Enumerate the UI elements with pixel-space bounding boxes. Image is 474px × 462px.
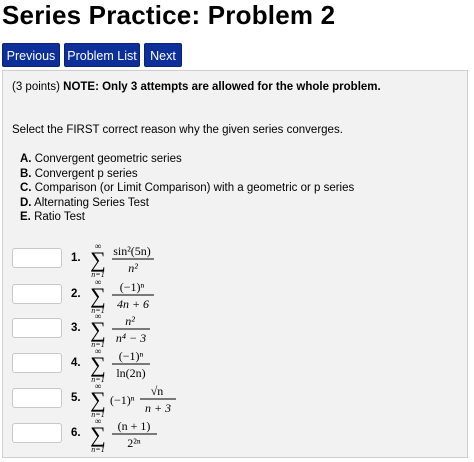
sum-lower-limit: n=1 — [91, 445, 104, 454]
answer-input-3[interactable] — [12, 318, 62, 338]
option-b: B. Convergent p series — [20, 167, 138, 180]
numerator: (n + 1) — [118, 419, 151, 433]
numerator: sin²(5n) — [113, 244, 151, 258]
summation-symbol: ∑ — [90, 283, 106, 308]
question-prompt: Select the FIRST correct reason why the … — [12, 124, 343, 136]
problem-list-button[interactable]: Problem List — [64, 43, 140, 67]
numerator: (−1)ⁿ — [119, 349, 144, 363]
answer-input-2[interactable] — [12, 284, 62, 304]
series-formula-1: ∞ ∑ n=1 sin²(5n) n² — [82, 240, 202, 280]
numerator: √n — [151, 384, 164, 398]
problem-panel: (3 points) NOTE: Only 3 attempts are all… — [2, 70, 468, 458]
numerator: n² — [125, 314, 135, 328]
attempts-note: NOTE: Only 3 attempts are allowed for th… — [63, 81, 381, 93]
item-number-3: 3. — [71, 322, 81, 334]
numerator: (−1)ⁿ — [120, 280, 145, 294]
answer-input-1[interactable] — [12, 248, 62, 268]
previous-button[interactable]: Previous — [2, 43, 60, 67]
series-formula-3: ∞ ∑ n=1 n² n⁴ − 3 — [82, 310, 202, 350]
summation-symbol: ∑ — [90, 422, 106, 447]
denominator: ln(2n) — [116, 366, 145, 380]
problem-header: (3 points) NOTE: Only 3 attempts are all… — [12, 81, 381, 93]
item-number-5: 5. — [71, 392, 81, 404]
item-number-2: 2. — [71, 288, 81, 300]
next-button[interactable]: Next — [144, 43, 182, 67]
answer-input-5[interactable] — [12, 388, 62, 408]
denominator: 4n + 6 — [117, 297, 149, 311]
summation-symbol: ∑ — [90, 317, 106, 342]
item-number-6: 6. — [71, 427, 81, 439]
item-number-4: 4. — [71, 357, 81, 369]
series-formula-5: ∞ ∑ n=1 (−1)ⁿ √n n + 3 — [82, 380, 202, 420]
summation-symbol: ∑ — [90, 387, 106, 412]
item-number-1: 1. — [71, 252, 81, 264]
series-formula-6: ∞ ∑ n=1 (n + 1) 2²ⁿ — [82, 415, 202, 455]
series-formula-4: ∞ ∑ n=1 (−1)ⁿ ln(2n) — [82, 345, 202, 385]
option-e: E. Ratio Test — [20, 211, 86, 223]
denominator: n⁴ − 3 — [116, 331, 146, 345]
page-title: Series Practice: Problem 2 — [2, 0, 336, 30]
denominator: n + 3 — [145, 401, 171, 415]
reason-options-list: A. Convergent geometric series B. Conver… — [20, 152, 354, 225]
answer-input-4[interactable] — [12, 353, 62, 373]
sign-factor: (−1)ⁿ — [110, 393, 135, 407]
answer-input-6[interactable] — [12, 423, 62, 443]
points-label: (3 points) — [12, 81, 60, 93]
option-c: C. Comparison (or Limit Comparison) with… — [20, 182, 355, 194]
summation-symbol: ∑ — [90, 352, 106, 377]
denominator: n² — [128, 261, 138, 275]
option-a: A. Convergent geometric series — [20, 153, 182, 165]
option-d: D. Alternating Series Test — [20, 196, 149, 209]
summation-symbol: ∑ — [90, 247, 106, 272]
denominator: 2²ⁿ — [127, 436, 141, 450]
